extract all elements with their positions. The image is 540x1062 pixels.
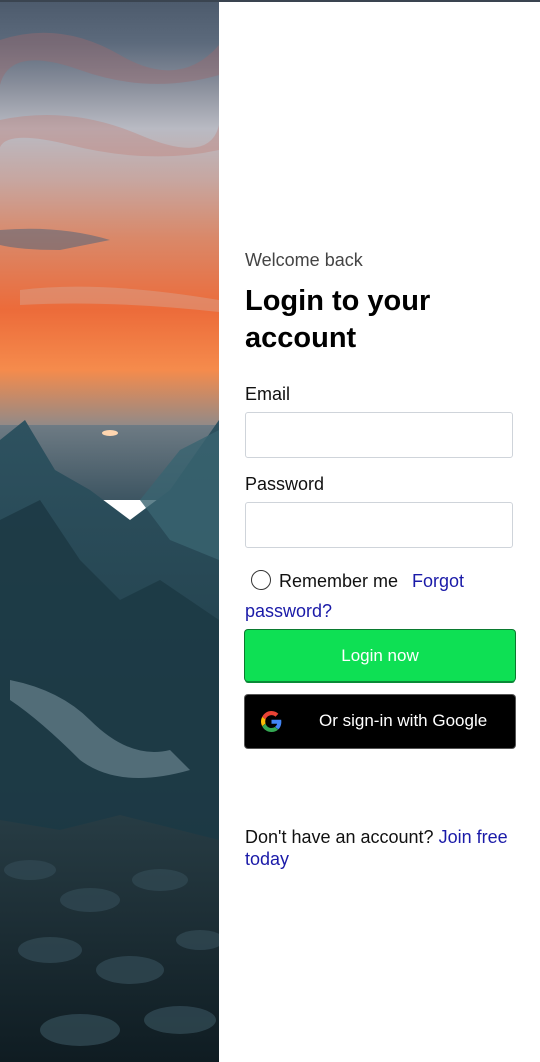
email-label: Email: [245, 384, 291, 404]
password-field[interactable]: [245, 502, 513, 548]
signup-prompt: Don't have an account? Join free today: [245, 826, 525, 870]
remember-me-label[interactable]: Remember me: [279, 571, 398, 591]
remember-me-radio[interactable]: [251, 570, 271, 591]
login-panel: Welcome back Login to your account Email…: [219, 0, 540, 1062]
email-field[interactable]: [245, 412, 513, 458]
password-label: Password: [245, 474, 325, 494]
page-title: Login to your account: [245, 285, 431, 354]
google-g-icon: [261, 711, 282, 732]
scenic-background-image: [0, 0, 219, 1062]
google-button-label: Or sign-in with Google: [319, 711, 488, 730]
welcome-text: Welcome back: [245, 250, 363, 270]
remember-row: Remember me Forgot password?: [245, 566, 525, 626]
google-signin-button[interactable]: Or sign-in with Google: [245, 695, 515, 748]
login-button[interactable]: Login now: [245, 630, 515, 681]
signup-text: Don't have an account?: [245, 827, 434, 847]
top-border: [0, 0, 540, 2]
